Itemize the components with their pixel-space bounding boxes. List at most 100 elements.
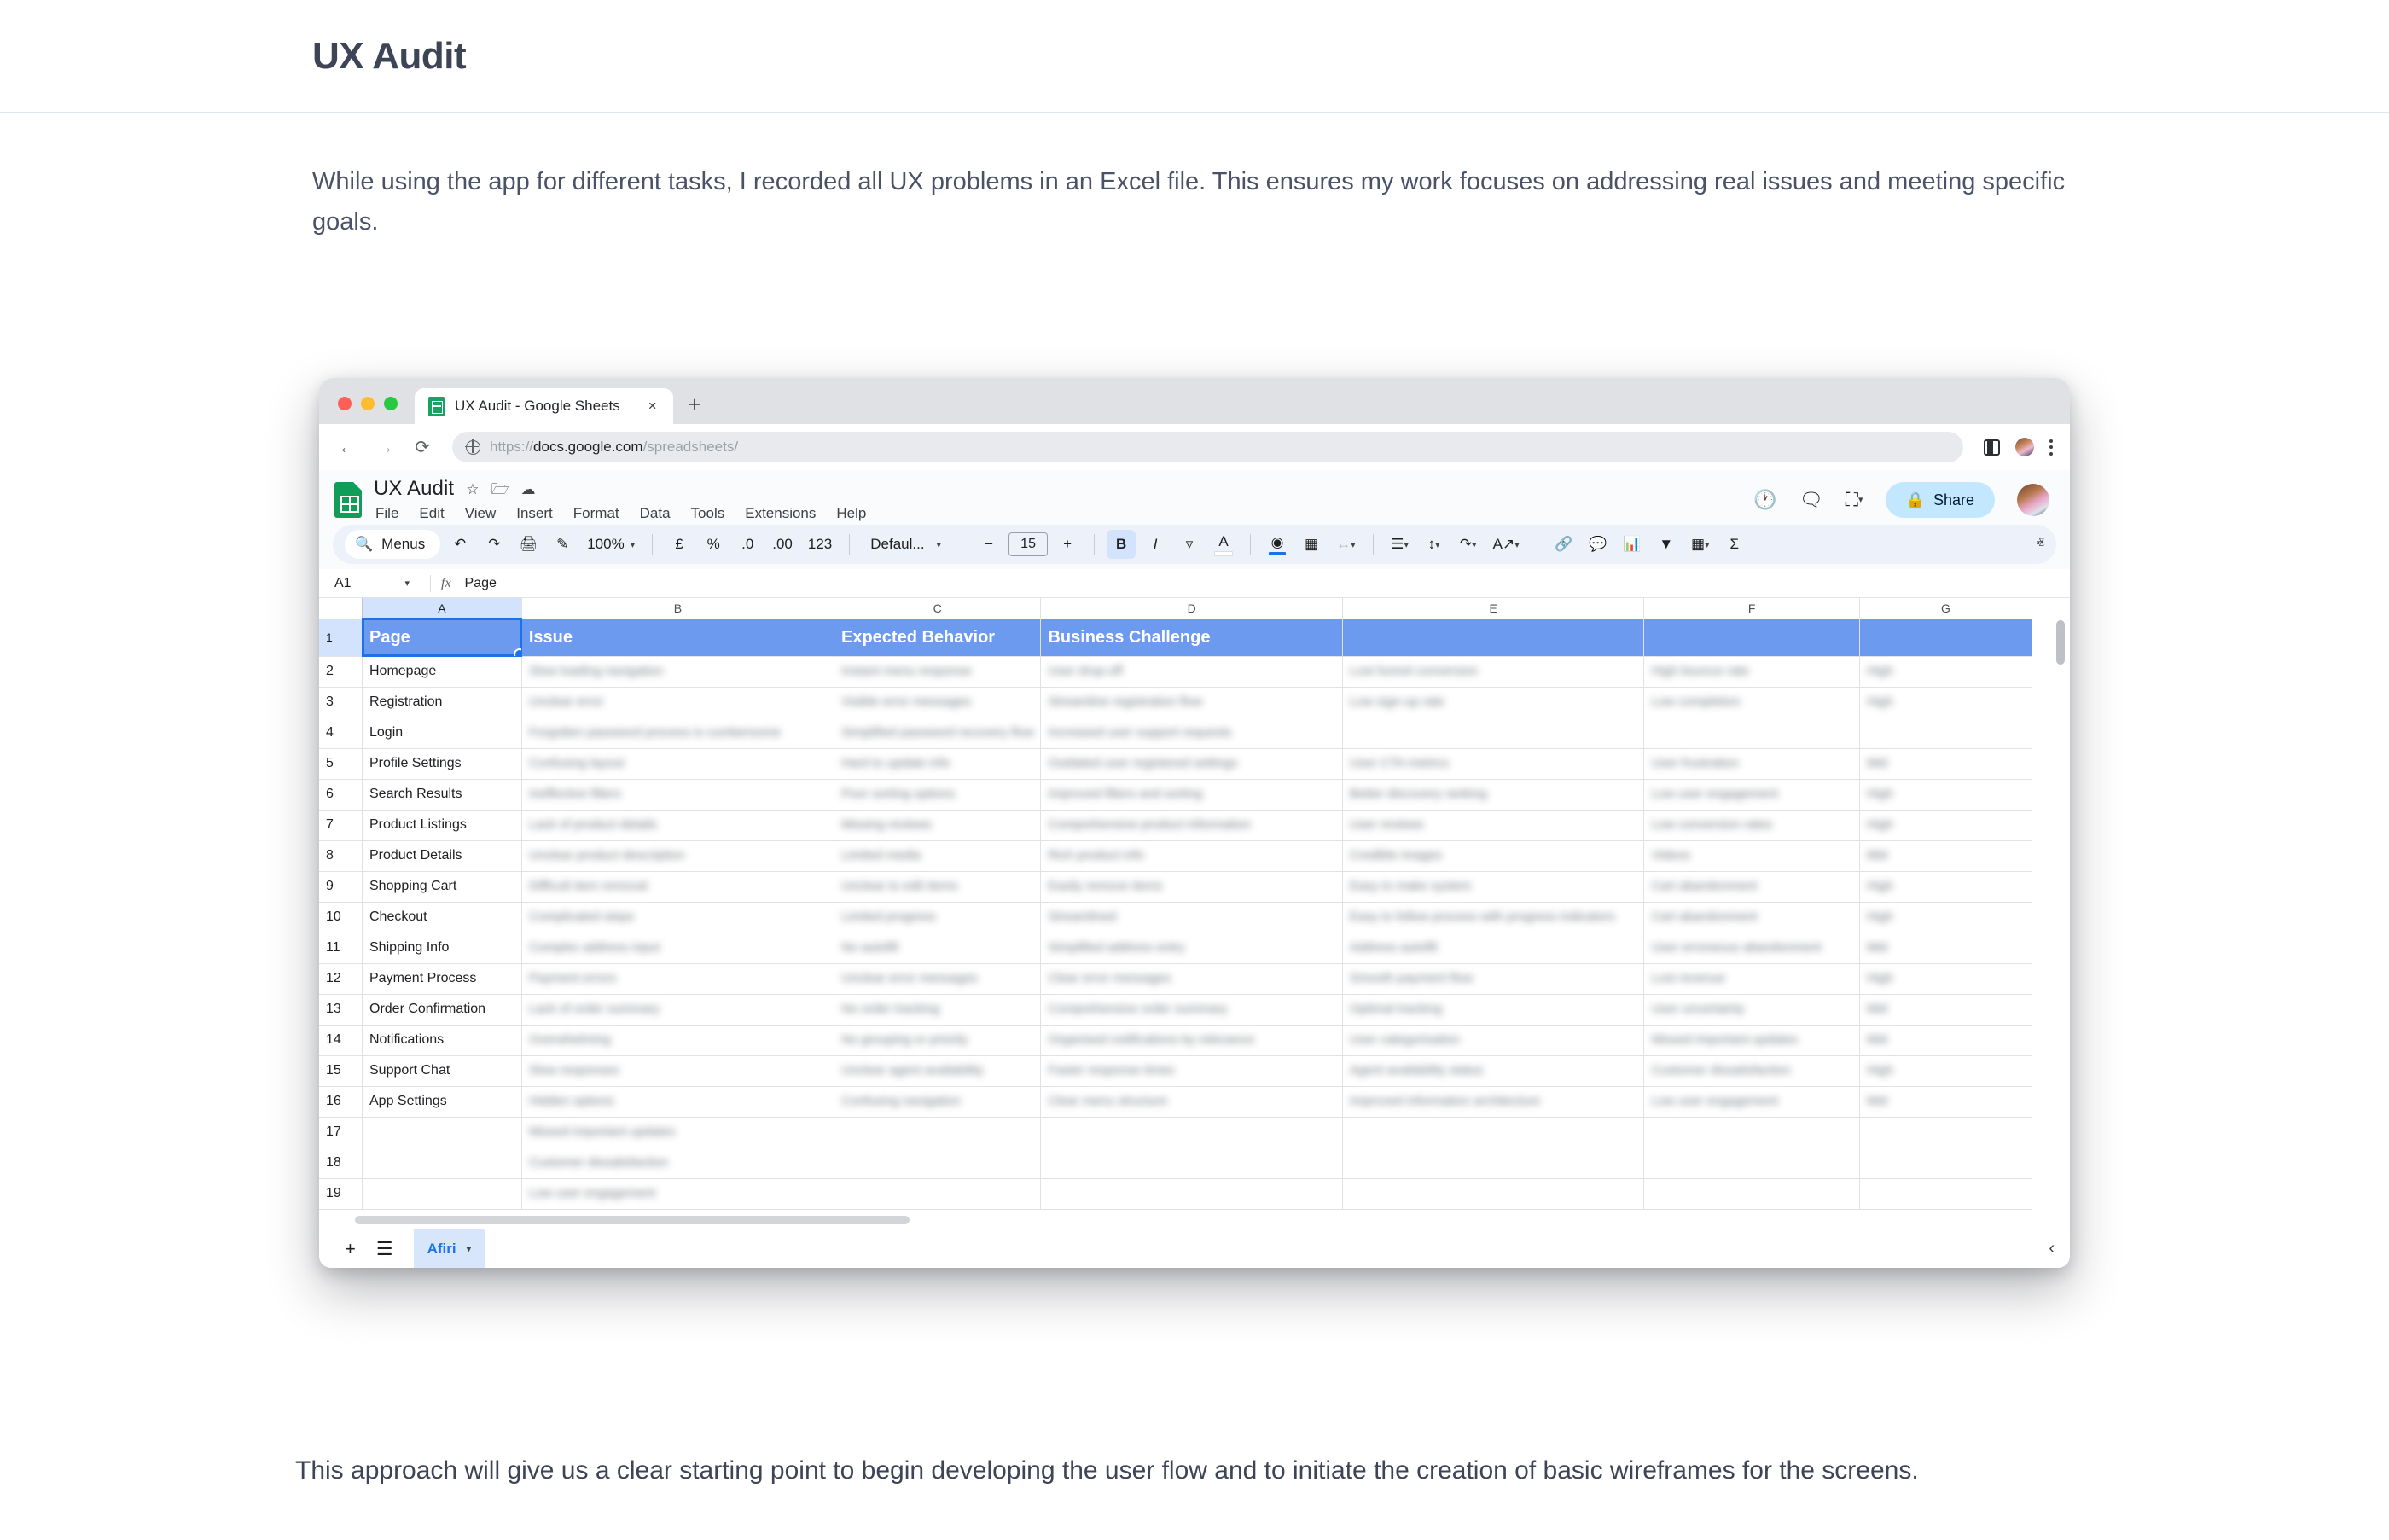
row-header-3[interactable]: 3 — [319, 687, 363, 718]
cell-e17[interactable] — [1342, 1117, 1644, 1148]
version-history-icon[interactable]: 🕐 — [1753, 491, 1776, 509]
cell-b11[interactable]: Complex address input — [521, 933, 834, 963]
cell-d9[interactable]: Easily remove items — [1041, 871, 1343, 902]
cell-g17[interactable] — [1859, 1117, 2032, 1148]
cell-e13[interactable]: Optimal tracking — [1342, 994, 1644, 1025]
row-header-15[interactable]: 15 — [319, 1055, 363, 1086]
cell-c10[interactable]: Limited progress — [834, 902, 1041, 933]
decrease-font-size-button[interactable]: − — [974, 530, 1003, 559]
cell-g9[interactable]: High — [1859, 871, 2032, 902]
row-header-8[interactable]: 8 — [319, 840, 363, 871]
cell-d11[interactable]: Simplified address entry — [1041, 933, 1343, 963]
cell-c11[interactable]: No autofill — [834, 933, 1041, 963]
select-all-corner[interactable] — [319, 598, 363, 619]
cell-f11[interactable]: User erroneous abandonment — [1644, 933, 1860, 963]
cell-c16[interactable]: Confusing navigation — [834, 1086, 1041, 1117]
star-icon[interactable]: ☆ — [466, 482, 479, 497]
cell-e18[interactable] — [1342, 1148, 1644, 1178]
text-color-button[interactable]: A — [1209, 530, 1238, 559]
cell-d17[interactable] — [1041, 1117, 1343, 1148]
cell-e15[interactable]: Agent availability status — [1342, 1055, 1644, 1086]
row-header-18[interactable]: 18 — [319, 1148, 363, 1178]
cell-a12[interactable]: Payment Process — [363, 963, 522, 994]
merge-cells-button[interactable]: ↔▾ — [1331, 530, 1361, 559]
column-header-f[interactable]: F — [1644, 598, 1860, 619]
video-call-icon[interactable]: ⛶▾ — [1846, 491, 1863, 509]
menu-format[interactable]: Format — [572, 504, 621, 523]
document-title[interactable]: UX Audit — [374, 477, 454, 501]
vertical-scrollbar[interactable] — [2055, 620, 2066, 1194]
cell-e10[interactable]: Easy to follow process with progress ind… — [1342, 902, 1644, 933]
expand-sidebar-icon[interactable]: ‹ — [2049, 1239, 2055, 1258]
row-header-6[interactable]: 6 — [319, 779, 363, 810]
cell-g8[interactable]: Mid — [1859, 840, 2032, 871]
cell-f7[interactable]: Low conversion rates — [1644, 810, 1860, 840]
cell-b10[interactable]: Complicated steps — [521, 902, 834, 933]
menu-view[interactable]: View — [463, 504, 498, 523]
column-header-c[interactable]: C — [834, 598, 1041, 619]
cell-d15[interactable]: Faster response times — [1041, 1055, 1343, 1086]
cloud-saved-icon[interactable]: ☁ — [521, 482, 536, 497]
cell-c9[interactable]: Unclear to edit items — [834, 871, 1041, 902]
cell-e19[interactable] — [1342, 1178, 1644, 1209]
row-header-10[interactable]: 10 — [319, 902, 363, 933]
cell-a11[interactable]: Shipping Info — [363, 933, 522, 963]
cell-c12[interactable]: Unclear error messages — [834, 963, 1041, 994]
cell-b16[interactable]: Hidden options — [521, 1086, 834, 1117]
cell-g16[interactable]: Mid — [1859, 1086, 2032, 1117]
cell-b4[interactable]: Forgotten password process is cumbersome — [521, 718, 834, 748]
font-family-selector[interactable]: Defaul... ▾ — [862, 530, 950, 559]
cell-c1[interactable]: Expected Behavior — [834, 619, 1041, 656]
percent-format-button[interactable]: % — [699, 530, 728, 559]
menu-help[interactable]: Help — [834, 504, 868, 523]
vertical-scrollbar-thumb[interactable] — [2056, 620, 2065, 665]
cell-c8[interactable]: Limited media — [834, 840, 1041, 871]
menus-search-button[interactable]: 🔍 Menus — [345, 530, 440, 559]
cell-f16[interactable]: Low user engagement — [1644, 1086, 1860, 1117]
cell-g15[interactable]: High — [1859, 1055, 2032, 1086]
cell-b18[interactable]: Customer dissatisfaction — [521, 1148, 834, 1178]
cell-a6[interactable]: Search Results — [363, 779, 522, 810]
close-window-button[interactable] — [338, 397, 352, 410]
undo-icon[interactable]: ↶ — [445, 530, 474, 559]
google-sheets-logo-icon[interactable] — [334, 482, 362, 518]
row-header-2[interactable]: 2 — [319, 656, 363, 687]
cell-e7[interactable]: User reviews — [1342, 810, 1644, 840]
side-panel-icon[interactable] — [1984, 439, 2000, 456]
cell-e14[interactable]: User categorisation — [1342, 1025, 1644, 1055]
cell-c15[interactable]: Unclear agent availability — [834, 1055, 1041, 1086]
avatar[interactable] — [2017, 484, 2049, 516]
cell-f3[interactable]: Low completion — [1644, 687, 1860, 718]
cell-d14[interactable]: Organised notifications by relevance — [1041, 1025, 1343, 1055]
cell-d16[interactable]: Clear menu structure — [1041, 1086, 1343, 1117]
cell-a7[interactable]: Product Listings — [363, 810, 522, 840]
cell-g14[interactable]: Mid — [1859, 1025, 2032, 1055]
pivot-table-icon[interactable]: ▦▾ — [1686, 530, 1715, 559]
cell-f13[interactable]: User uncertainty — [1644, 994, 1860, 1025]
menu-extensions[interactable]: Extensions — [743, 504, 817, 523]
cell-d19[interactable] — [1041, 1178, 1343, 1209]
cell-b17[interactable]: Missed important updates — [521, 1117, 834, 1148]
cell-d1[interactable]: Business Challenge — [1041, 619, 1343, 656]
cell-g10[interactable]: High — [1859, 902, 2032, 933]
cell-a13[interactable]: Order Confirmation — [363, 994, 522, 1025]
cell-b5[interactable]: Confusing layout — [521, 748, 834, 779]
zoom-window-button[interactable] — [384, 397, 398, 410]
insert-link-icon[interactable]: 🔗 — [1549, 530, 1578, 559]
share-button[interactable]: 🔒 Share — [1886, 482, 1995, 518]
cell-f19[interactable] — [1644, 1178, 1860, 1209]
cell-f14[interactable]: Missed important updates — [1644, 1025, 1860, 1055]
cell-b9[interactable]: Difficult item removal — [521, 871, 834, 902]
row-header-4[interactable]: 4 — [319, 718, 363, 748]
cell-f1[interactable] — [1644, 619, 1860, 656]
cell-a1[interactable]: Page — [363, 619, 522, 656]
cell-f6[interactable]: Low user engagement — [1644, 779, 1860, 810]
browser-tab[interactable]: UX Audit - Google Sheets × — [415, 388, 673, 424]
fill-color-button[interactable]: ◉ — [1263, 530, 1292, 559]
cell-a2[interactable]: Homepage — [363, 656, 522, 687]
address-bar[interactable]: https://docs.google.com/spreadsheets/ — [452, 432, 1963, 462]
minimize-window-button[interactable] — [361, 397, 375, 410]
italic-button[interactable]: I — [1141, 530, 1170, 559]
cell-f15[interactable]: Customer dissatisfaction — [1644, 1055, 1860, 1086]
menu-tools[interactable]: Tools — [689, 504, 727, 523]
